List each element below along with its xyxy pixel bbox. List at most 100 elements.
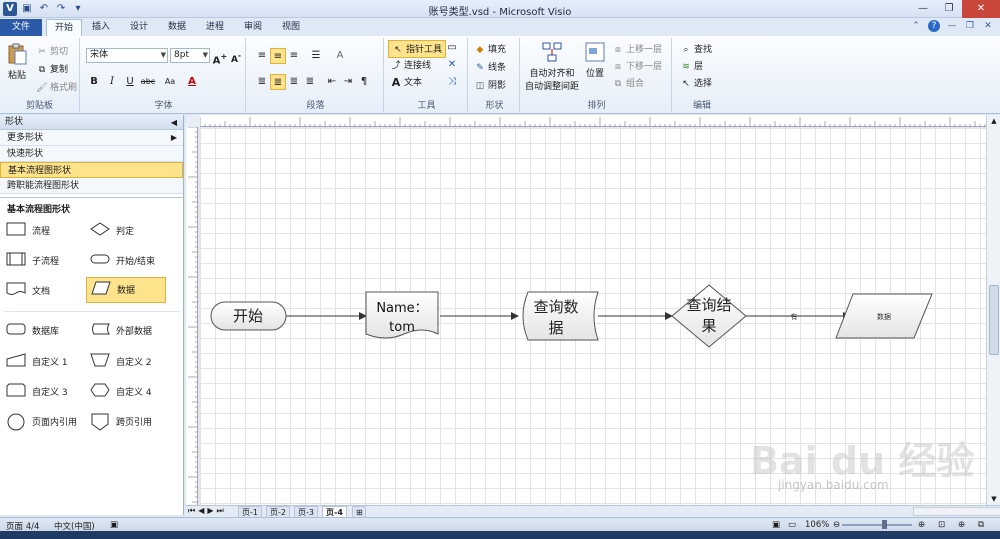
- format-painter-button[interactable]: 🖌 格式刷: [36, 80, 77, 94]
- doc-restore-icon[interactable]: ❐: [964, 20, 976, 32]
- minimize-button[interactable]: —: [910, 0, 936, 18]
- cross-functional-row[interactable]: 跨职能流程图形状: [0, 178, 183, 194]
- align-right-icon[interactable]: ≣: [286, 74, 302, 90]
- horizontal-ruler[interactable]: [199, 115, 986, 127]
- stencil-custom-4[interactable]: 自定义 4: [86, 380, 166, 402]
- document-shape[interactable]: Name： tom: [365, 291, 439, 339]
- stencil-custom-2[interactable]: 自定义 2: [86, 350, 166, 372]
- tab-process[interactable]: 进程: [198, 19, 232, 36]
- stencil-decision[interactable]: 判定: [86, 219, 166, 241]
- ribbon-minimize-icon[interactable]: ⌃: [910, 20, 922, 32]
- last-page-icon[interactable]: ⏭: [217, 506, 227, 515]
- help-icon[interactable]: ?: [928, 20, 940, 32]
- vertical-ruler[interactable]: [186, 126, 198, 505]
- zoom-out-icon[interactable]: ⊖: [833, 520, 840, 530]
- text-direction-icon[interactable]: A: [332, 48, 348, 64]
- grow-font-icon[interactable]: A+: [212, 48, 228, 66]
- prev-page-icon[interactable]: ◀: [198, 506, 207, 515]
- tab-view[interactable]: 视图: [274, 19, 308, 36]
- more-shapes-row[interactable]: 更多形状 ▶: [0, 130, 183, 146]
- select-button[interactable]: ↖ 选择: [680, 76, 712, 90]
- stencil-data[interactable]: 数据: [86, 277, 166, 303]
- justify-icon[interactable]: ≣: [302, 74, 318, 90]
- stencil-start-end[interactable]: 开始/结束: [86, 249, 166, 271]
- rtl-icon[interactable]: ¶: [356, 74, 372, 90]
- font-color-button[interactable]: A: [184, 74, 200, 90]
- auto-align-button[interactable]: 自动对齐和 自动调整间距: [522, 40, 582, 92]
- send-backward-button[interactable]: ⧈ 下移一层: [612, 59, 662, 73]
- doc-close-icon[interactable]: ✕: [982, 20, 994, 32]
- underline-button[interactable]: U: [122, 74, 138, 90]
- align-left-icon[interactable]: ≣: [254, 74, 270, 90]
- close-button[interactable]: ✕: [962, 0, 1000, 18]
- align-top-icon[interactable]: ≡: [254, 48, 270, 64]
- tab-review[interactable]: 审阅: [236, 19, 270, 36]
- tab-home[interactable]: 开始: [46, 19, 83, 36]
- switch-windows-icon[interactable]: ⧉: [978, 520, 984, 530]
- scroll-up-icon[interactable]: ▲: [987, 117, 1000, 125]
- fit-page-icon[interactable]: ⊡: [938, 520, 945, 530]
- scroll-thumb[interactable]: [989, 285, 999, 355]
- full-screen-icon[interactable]: ▭: [788, 520, 796, 530]
- zoom-level[interactable]: 106%: [805, 520, 829, 530]
- bring-forward-button[interactable]: ⧈ 上移一层: [612, 42, 662, 56]
- stencil-process[interactable]: 流程: [2, 219, 82, 241]
- pointer-tool-button[interactable]: ↖ 指针工具: [388, 40, 447, 58]
- stencil-custom-1[interactable]: 自定义 1: [2, 350, 82, 372]
- shadow-button[interactable]: ◫ 阴影: [474, 78, 506, 92]
- stencil-external-data[interactable]: 外部数据: [86, 319, 166, 341]
- increase-indent-icon[interactable]: ⇥: [340, 74, 356, 90]
- doc-minimize-icon[interactable]: —: [946, 20, 958, 32]
- horizontal-scrollbar[interactable]: [913, 507, 1000, 516]
- find-button[interactable]: ⌕ 查找: [680, 42, 712, 56]
- connection-point-icon[interactable]: ✕: [444, 57, 460, 73]
- decrease-indent-icon[interactable]: ⇤: [324, 74, 340, 90]
- stencil-subprocess[interactable]: 子流程: [2, 249, 82, 271]
- tab-file[interactable]: 文件: [0, 19, 42, 36]
- bullets-icon[interactable]: ☰: [308, 48, 324, 64]
- maximize-button[interactable]: ❐: [936, 0, 962, 18]
- scroll-down-icon[interactable]: ▼: [987, 495, 1000, 503]
- cut-button[interactable]: ✂ 剪切: [36, 44, 68, 58]
- align-middle-icon[interactable]: ≡: [270, 48, 286, 64]
- next-page-icon[interactable]: ▶: [207, 506, 216, 515]
- text-tool-button[interactable]: A 文本: [390, 75, 422, 89]
- position-button[interactable]: 位置: [582, 40, 608, 79]
- tab-insert[interactable]: 插入: [84, 19, 118, 36]
- tab-data[interactable]: 数据: [160, 19, 194, 36]
- stencil-custom-3[interactable]: 自定义 3: [2, 380, 82, 402]
- pan-zoom-icon[interactable]: ⊕: [958, 520, 965, 530]
- stencil-on-page-ref[interactable]: 页面内引用: [2, 410, 82, 432]
- layers-button[interactable]: ≋ 层: [680, 59, 703, 73]
- stencil-database[interactable]: 数据库: [2, 319, 82, 341]
- fill-button[interactable]: ◆ 填充: [474, 42, 506, 56]
- basic-flowchart-row[interactable]: 基本流程图形状: [0, 162, 183, 178]
- collapse-panel-icon[interactable]: ◀: [171, 115, 177, 130]
- change-case-button[interactable]: Aa: [162, 74, 178, 90]
- font-family-select[interactable]: 宋体 ▼: [86, 48, 168, 63]
- align-center-icon[interactable]: ≣: [270, 74, 286, 90]
- strikethrough-button[interactable]: abc: [140, 74, 156, 90]
- shrink-font-icon[interactable]: A-: [228, 48, 244, 65]
- stored-data-shape[interactable]: 查询数 据: [522, 291, 599, 341]
- decision-shape[interactable]: 查询结 果: [671, 284, 747, 348]
- font-size-select[interactable]: 8pt ▼: [170, 48, 210, 63]
- normal-view-icon[interactable]: ▣: [772, 520, 780, 530]
- start-shape[interactable]: 开始: [210, 301, 287, 331]
- line-button[interactable]: ✎ 线条: [474, 60, 506, 74]
- connector-button[interactable]: ⤴ 连接线: [390, 58, 431, 72]
- zoom-slider[interactable]: [842, 524, 912, 526]
- zoom-slider-thumb[interactable]: [882, 520, 887, 529]
- bold-button[interactable]: B: [86, 74, 102, 90]
- stencil-document[interactable]: 文档: [2, 279, 82, 301]
- text-block-icon[interactable]: ⤨: [444, 74, 460, 90]
- group-button[interactable]: ⧉ 组合: [612, 76, 644, 90]
- rectangle-tool-icon[interactable]: ▭: [444, 40, 460, 56]
- first-page-icon[interactable]: ⏮: [188, 506, 198, 515]
- paste-button[interactable]: 粘贴: [4, 42, 30, 81]
- zoom-in-icon[interactable]: ⊕: [918, 520, 925, 530]
- macro-record-icon[interactable]: ▣: [110, 520, 118, 530]
- vertical-scrollbar[interactable]: ▲ ▼: [986, 115, 1000, 505]
- align-bottom-icon[interactable]: ≡: [286, 48, 302, 64]
- italic-button[interactable]: I: [104, 74, 120, 90]
